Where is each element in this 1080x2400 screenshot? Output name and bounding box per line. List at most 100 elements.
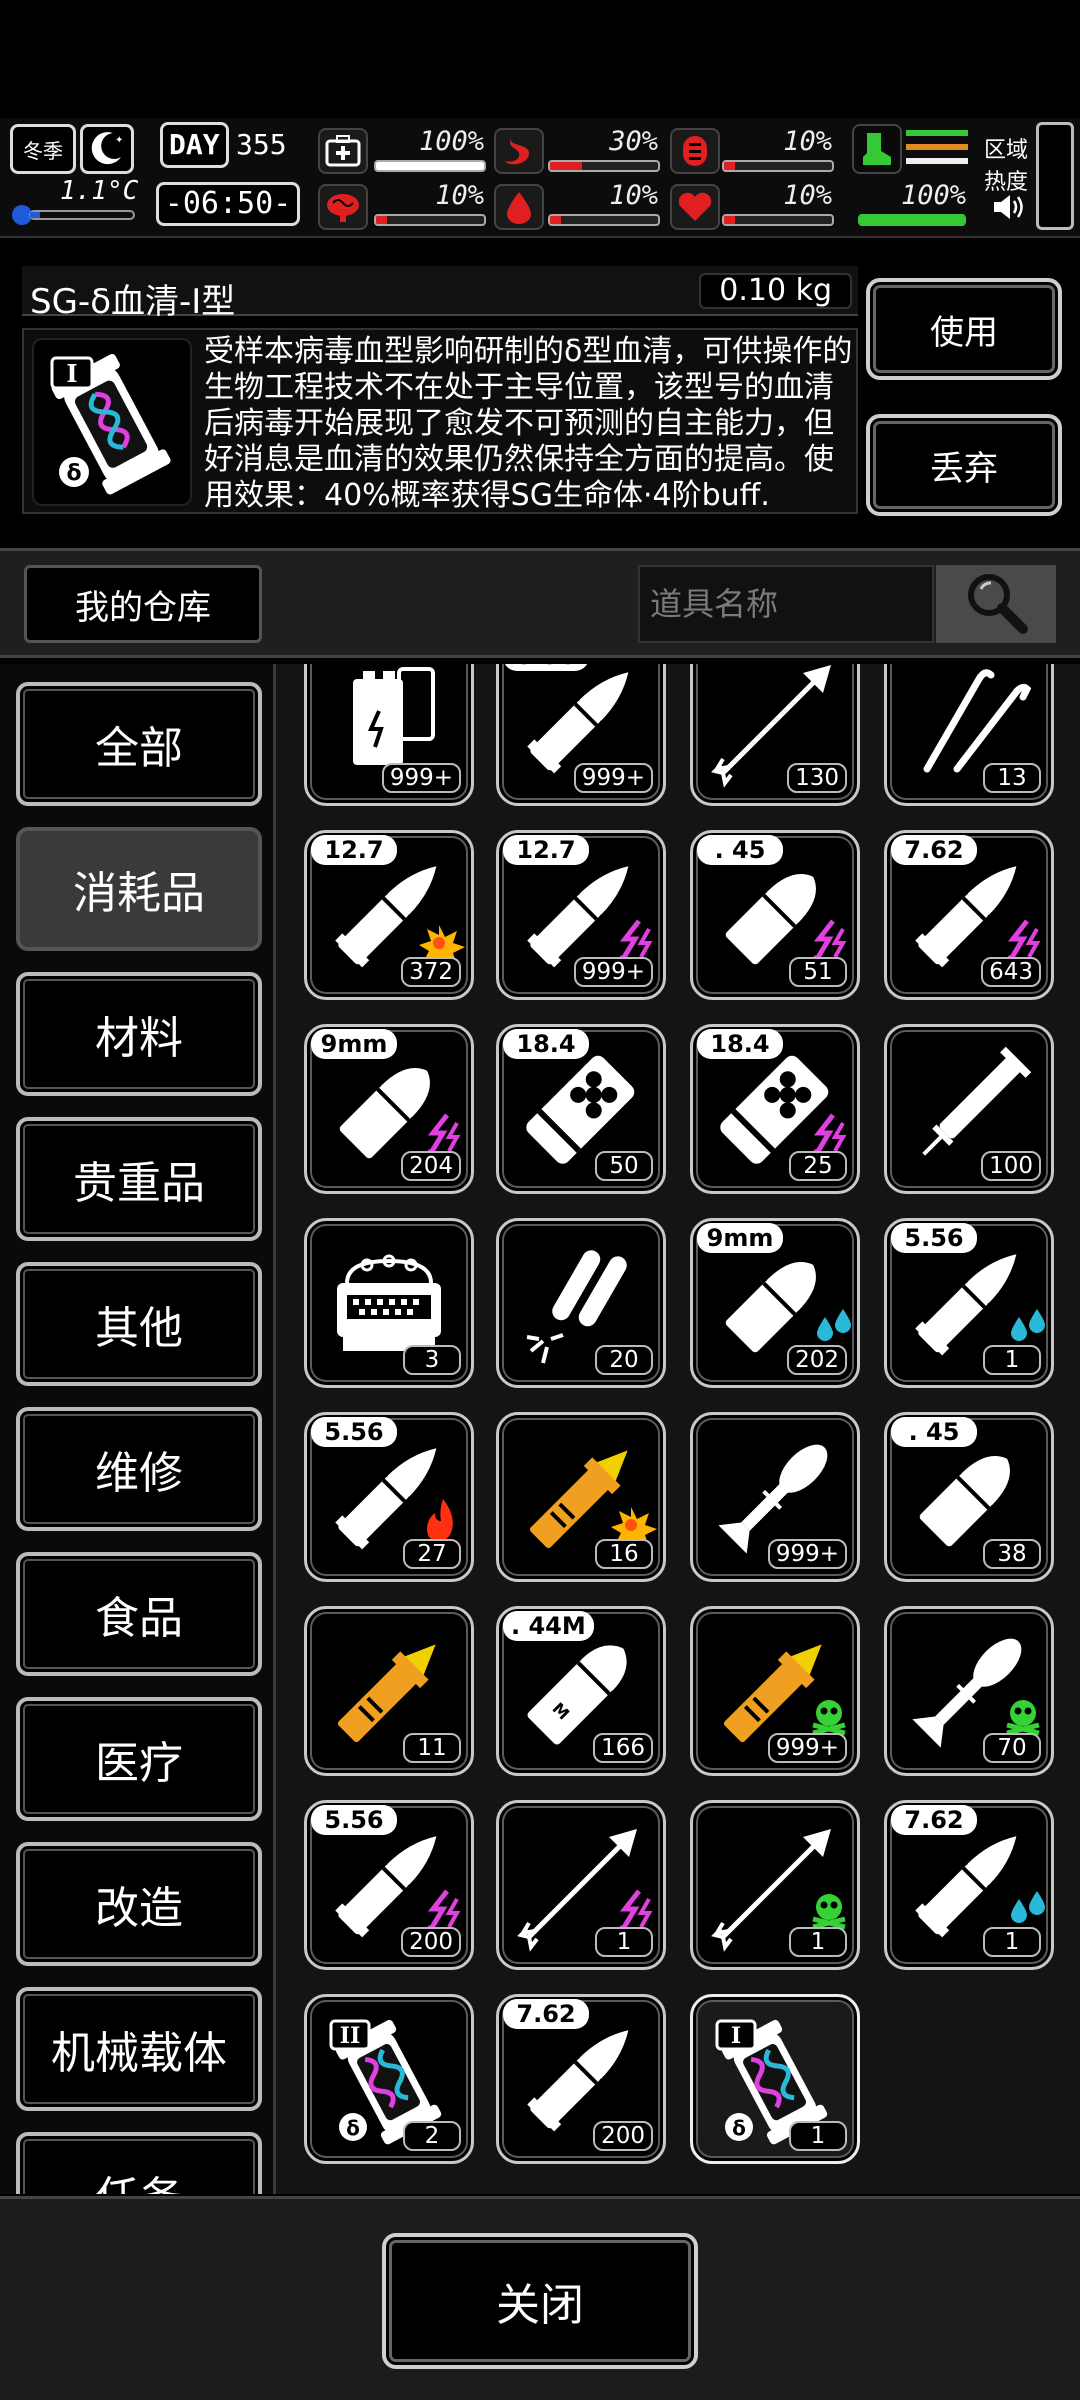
category-all[interactable]: 全部 — [16, 682, 262, 806]
caliber-badge: 12.7 — [311, 835, 397, 865]
category-repair[interactable]: 维修 — [16, 1407, 262, 1531]
inventory-screen: 冬季 ✦ 1.1°C DAY 355 -06:50- 100% 30% 10% — [0, 0, 1080, 2400]
category-consumables[interactable]: 消耗品 — [16, 827, 262, 951]
moon-icon: ✦ — [80, 124, 134, 174]
item-count-badge: 1 — [983, 1927, 1041, 1957]
item-name: SG-δ血清-I型 — [30, 282, 236, 322]
svg-text:δ: δ — [66, 461, 81, 486]
inventory-slot[interactable]: 5.56 999+ — [496, 664, 666, 806]
caliber-badge: 7.62 — [891, 835, 977, 865]
mental-value: 10% — [435, 180, 484, 211]
inventory-slot[interactable]: 7.62 643 — [884, 830, 1054, 1000]
bottom-bar: 关闭 — [0, 2196, 1080, 2400]
discard-button[interactable]: 丢弃 — [866, 414, 1062, 516]
caliber-badge: 5.56 — [311, 1805, 397, 1835]
inventory-slot[interactable]: 9mm 202 — [690, 1218, 860, 1388]
inventory-slot[interactable]: 16 — [496, 1412, 666, 1582]
thirst-bar — [722, 160, 834, 172]
category-medical[interactable]: 医疗 — [16, 1697, 262, 1821]
caliber-badge: . 45 — [891, 1417, 977, 1447]
inventory-slot[interactable]: 18.4 25 — [690, 1024, 860, 1194]
inventory-slot[interactable]: 9mm 204 — [304, 1024, 474, 1194]
item-count-badge: 50 — [595, 1151, 653, 1181]
search-icon — [961, 567, 1031, 641]
item-count-badge: 20 — [595, 1345, 653, 1375]
hunger-value: 30% — [609, 126, 658, 157]
item-count-badge: 999+ — [573, 763, 653, 793]
item-count-badge: 3 — [403, 1345, 461, 1375]
svg-text:I: I — [731, 2023, 741, 2049]
my-warehouse-tab[interactable]: 我的仓库 — [24, 565, 262, 643]
caliber-badge: 9mm — [311, 1029, 397, 1059]
warehouse-toolbar: 我的仓库 — [0, 548, 1080, 658]
caliber-badge: 5.56 — [891, 1223, 977, 1253]
inventory-slot[interactable]: 1 — [690, 1800, 860, 1970]
item-search-input[interactable] — [638, 565, 934, 643]
category-food[interactable]: 食品 — [16, 1552, 262, 1676]
item-count-badge: 11 — [403, 1733, 461, 1763]
inventory-main: 全部消耗品材料贵重品其他维修食品医疗改造机械载体任务 999+5.56999+1… — [0, 664, 1080, 2194]
svg-text:✦: ✦ — [115, 135, 123, 146]
speaker-icon[interactable] — [990, 190, 1024, 224]
inventory-slot[interactable]: 130 — [690, 664, 860, 806]
inventory-slot[interactable]: 1 — [496, 1800, 666, 1970]
inventory-slot[interactable]: 3 — [304, 1218, 474, 1388]
item-detail-panel: SG-δ血清-I型 0.10 kg I δ 受样本病毒血型影响研制的δ型血清，可… — [8, 260, 1072, 535]
caliber-badge: 7.62 — [891, 1805, 977, 1835]
inventory-slot[interactable]: 13 — [884, 664, 1054, 806]
inventory-slot[interactable]: M. 44M 166 — [496, 1606, 666, 1776]
inventory-slot[interactable]: Iδ 1 — [690, 1994, 860, 2164]
inventory-slot[interactable]: 70 — [884, 1606, 1054, 1776]
item-count-badge: 372 — [401, 957, 461, 987]
inventory-slot[interactable]: . 45 38 — [884, 1412, 1054, 1582]
inventory-slot[interactable]: 12.7 372 — [304, 830, 474, 1000]
item-count-badge: 70 — [983, 1733, 1041, 1763]
item-count-badge: 999+ — [767, 1539, 847, 1569]
blood-value: 10% — [609, 180, 658, 211]
item-count-badge: 999+ — [767, 1733, 847, 1763]
item-weight: 0.10 kg — [699, 273, 852, 309]
caliber-badge: 9mm — [697, 1223, 783, 1253]
category-modification[interactable]: 改造 — [16, 1842, 262, 1966]
category-materials[interactable]: 材料 — [16, 972, 262, 1096]
inventory-slot[interactable]: 999+ — [690, 1412, 860, 1582]
item-count-badge: 1 — [789, 1927, 847, 1957]
day-block: DAY 355 — [160, 122, 300, 170]
svg-text:δ: δ — [346, 2116, 360, 2140]
item-count-badge: 13 — [983, 763, 1041, 793]
use-button[interactable]: 使用 — [866, 278, 1062, 380]
item-count-badge: 202 — [787, 1345, 847, 1375]
category-mech-carrier[interactable]: 机械载体 — [16, 1987, 262, 2111]
item-count-badge: 200 — [401, 1927, 461, 1957]
category-sidebar: 全部消耗品材料贵重品其他维修食品医疗改造机械载体任务 — [0, 664, 276, 2194]
inventory-slot[interactable]: 5.56 200 — [304, 1800, 474, 1970]
category-valuables[interactable]: 贵重品 — [16, 1117, 262, 1241]
stomach-icon — [494, 128, 544, 174]
inventory-slot[interactable]: 18.4 50 — [496, 1024, 666, 1194]
inventory-slot[interactable]: 12.7 999+ — [496, 830, 666, 1000]
inventory-slot[interactable]: 5.56 1 — [884, 1218, 1054, 1388]
zone-heat: 区域 热度 — [984, 132, 1028, 196]
inventory-slot[interactable]: 7.62 200 — [496, 1994, 666, 2164]
inventory-slot[interactable]: 11 — [304, 1606, 474, 1776]
inventory-slot[interactable]: II δ 2 — [304, 1994, 474, 2164]
inventory-slot[interactable]: 999+ — [304, 664, 474, 806]
close-button[interactable]: 关闭 — [382, 2233, 698, 2369]
stamina-lines — [906, 128, 968, 168]
inventory-slot[interactable]: 5.56 27 — [304, 1412, 474, 1582]
inventory-slot[interactable]: 100 — [884, 1024, 1054, 1194]
health-bar — [374, 160, 486, 172]
item-count-badge: 204 — [401, 1151, 461, 1181]
inventory-slot[interactable]: 999+ — [690, 1606, 860, 1776]
category-other[interactable]: 其他 — [16, 1262, 262, 1386]
category-quest[interactable]: 任务 — [16, 2132, 262, 2194]
inventory-slot[interactable]: 7.62 1 — [884, 1800, 1054, 1970]
caliber-badge: 5.56 — [311, 1417, 397, 1447]
heart-bar — [722, 214, 834, 226]
item-count-badge: 1 — [983, 1345, 1041, 1375]
item-count-badge: 1 — [789, 2121, 847, 2151]
inventory-slot[interactable]: 20 — [496, 1218, 666, 1388]
inventory-slot[interactable]: . 45 51 — [690, 830, 860, 1000]
svg-text:I: I — [66, 359, 77, 388]
search-button[interactable] — [936, 565, 1056, 643]
